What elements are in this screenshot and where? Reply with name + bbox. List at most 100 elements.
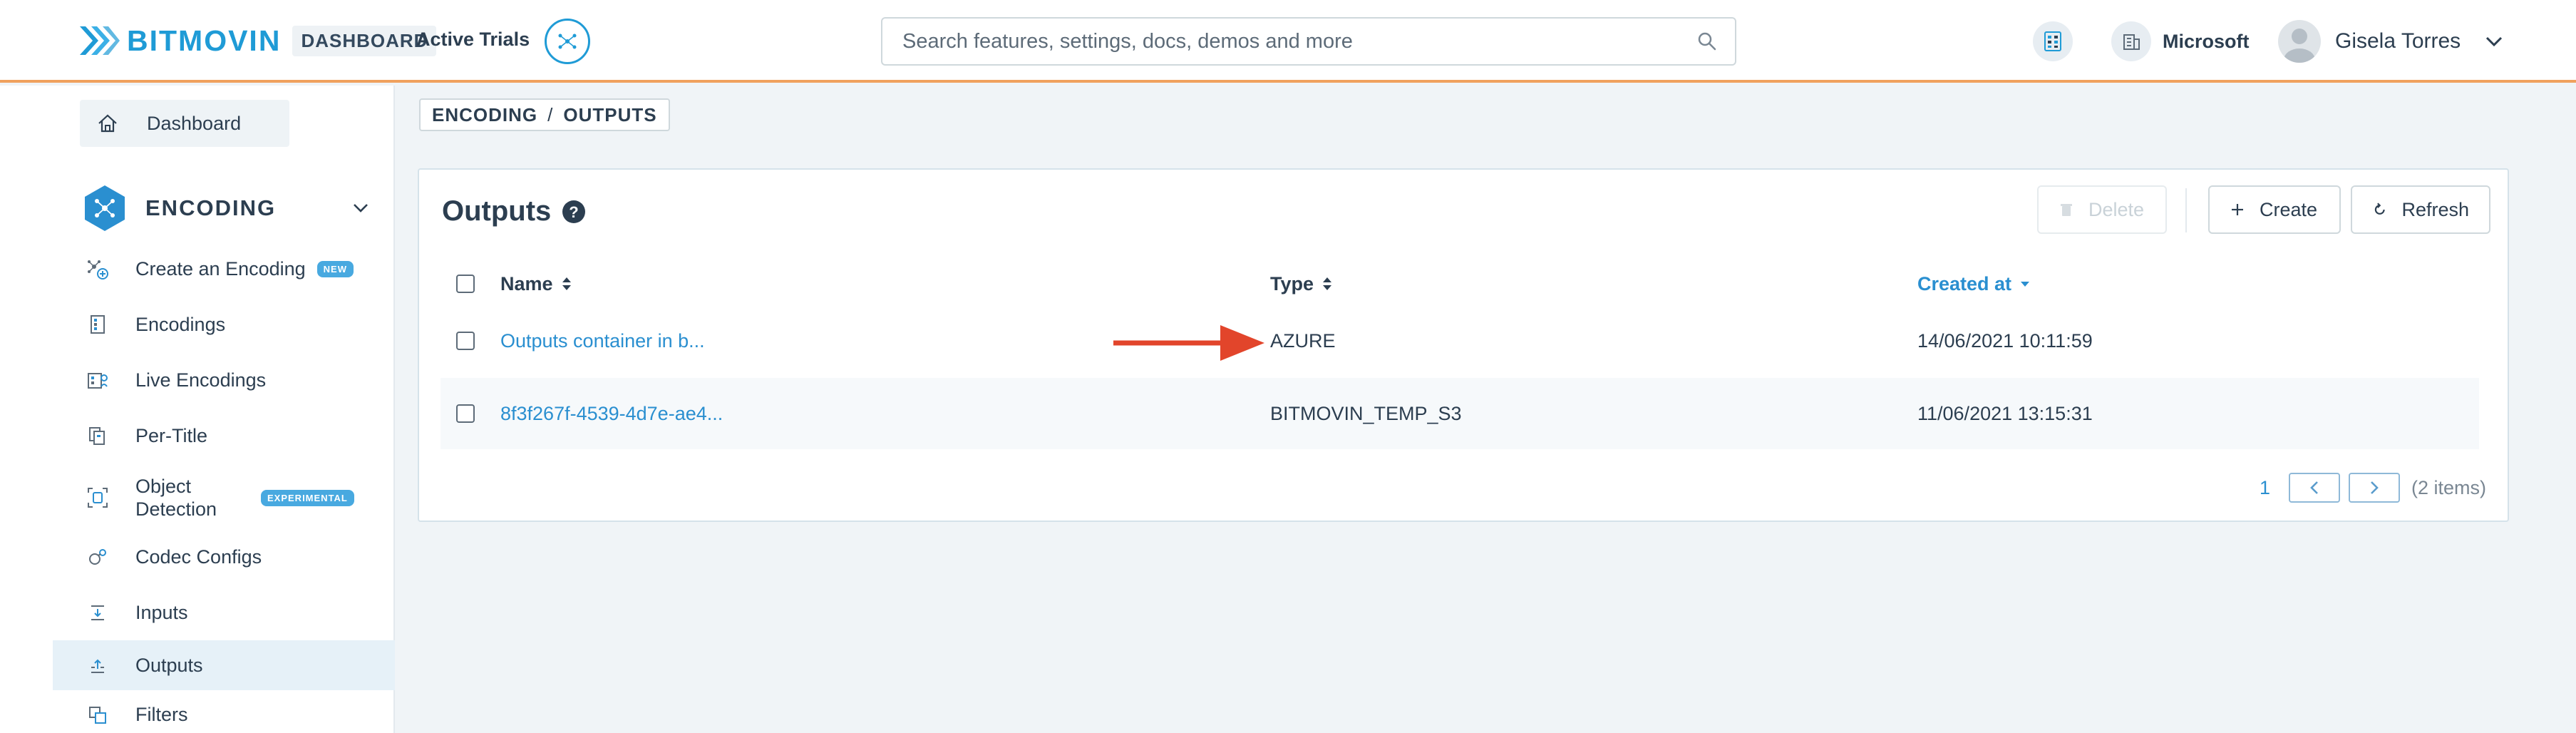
sidebar-item-create-encoding[interactable]: Create an Encoding NEW xyxy=(53,244,395,294)
output-type: AZURE xyxy=(1270,329,1336,352)
output-name-link[interactable]: 8f3f267f-4539-4d7e-ae4... xyxy=(500,403,723,425)
filters-icon xyxy=(86,703,110,727)
table-header: Name Type Created at xyxy=(441,262,2479,305)
sidebar-item-label: Codec Configs xyxy=(135,545,262,568)
sidebar-item-label: Inputs xyxy=(135,601,188,623)
organization-switcher[interactable]: Microsoft xyxy=(2111,21,2250,61)
sort-icon xyxy=(1323,277,1332,290)
breadcrumb-encoding[interactable]: ENCODING xyxy=(432,104,537,126)
previous-page-button[interactable] xyxy=(2288,473,2340,503)
refresh-button[interactable]: Refresh xyxy=(2351,185,2490,234)
row-checkbox[interactable] xyxy=(456,332,475,350)
sidebar-item-filters[interactable]: Filters xyxy=(53,696,395,733)
toolbar-divider xyxy=(2185,188,2187,232)
new-badge: NEW xyxy=(316,260,354,277)
bitmovin-logo[interactable]: BITMOVIN DASHBOARD xyxy=(77,20,437,61)
column-header-label: Type xyxy=(1270,272,1314,294)
sidebar-item-label: Create an Encoding xyxy=(135,257,306,280)
encoding-hex-icon xyxy=(83,184,127,232)
output-created-at: 11/06/2021 13:15:31 xyxy=(1917,402,2093,424)
sidebar-item-label: Encodings xyxy=(135,313,226,335)
delete-button-label: Delete xyxy=(2088,198,2145,220)
current-page[interactable]: 1 xyxy=(2260,477,2270,499)
status-grid-button[interactable] xyxy=(2033,21,2073,61)
logo-subtitle: DASHBOARD xyxy=(292,25,437,56)
per-title-icon xyxy=(86,424,110,448)
chevron-right-icon xyxy=(2371,481,2379,494)
search-input[interactable] xyxy=(902,29,1696,53)
delete-button[interactable]: Delete xyxy=(2037,185,2167,234)
user-avatar-icon xyxy=(2284,29,2315,63)
create-button[interactable]: Create xyxy=(2208,185,2341,234)
search-icon[interactable] xyxy=(1696,31,1718,52)
trash-icon xyxy=(2061,204,2072,216)
inputs-icon xyxy=(86,600,110,625)
output-name-link[interactable]: Outputs container in b... xyxy=(500,330,705,352)
column-header-type[interactable]: Type xyxy=(1270,273,1332,295)
create-encoding-icon xyxy=(86,257,110,281)
page-title-text: Outputs xyxy=(442,195,552,227)
sidebar-item-dashboard[interactable]: Dashboard xyxy=(80,100,289,147)
sidebar-item-object-detection[interactable]: Object Detection EXPERIMENTAL xyxy=(53,466,395,529)
svg-text:?: ? xyxy=(570,203,579,221)
plus-icon xyxy=(2232,204,2243,215)
sidebar-section-label: ENCODING xyxy=(145,195,277,220)
item-count: (2 items) xyxy=(2411,476,2486,498)
help-icon[interactable]: ? xyxy=(561,199,587,225)
global-search[interactable] xyxy=(881,17,1736,66)
sort-icon xyxy=(562,277,571,290)
user-name: Gisela Torres xyxy=(2335,29,2461,53)
create-button-label: Create xyxy=(2260,198,2318,220)
sidebar-item-label: Live Encodings xyxy=(135,369,267,391)
sidebar-item-label: Per-Title xyxy=(135,424,208,446)
sidebar-item-label: Outputs xyxy=(135,654,203,676)
sidebar-section-encoding[interactable]: ENCODING xyxy=(83,184,375,232)
pagination: 1 (2 items) xyxy=(2260,472,2486,503)
table-row[interactable]: 8f3f267f-4539-4d7e-ae4... BITMOVIN_TEMP_… xyxy=(441,378,2479,449)
select-all-checkbox[interactable] xyxy=(456,275,475,293)
sidebar-item-outputs[interactable]: Outputs xyxy=(53,640,395,690)
output-created-at: 14/06/2021 10:11:59 xyxy=(1917,329,2093,352)
chevron-down-icon[interactable] xyxy=(2485,36,2503,47)
active-trials-link[interactable]: Active Trials xyxy=(416,29,530,51)
sidebar-item-label: Dashboard xyxy=(147,112,242,134)
page-title: Outputs ? xyxy=(442,195,587,227)
sidebar-item-per-title[interactable]: Per-Title xyxy=(53,411,395,461)
sidebar-item-label: Object Detection xyxy=(135,475,217,520)
experimental-badge: EXPERIMENTAL xyxy=(261,489,354,506)
refresh-icon xyxy=(2374,203,2385,215)
object-detection-icon xyxy=(86,486,110,510)
output-type: BITMOVIN_TEMP_S3 xyxy=(1270,402,1462,424)
chevron-left-icon xyxy=(2310,481,2318,494)
outputs-card: Outputs ? Delete Create Refresh Name Typ… xyxy=(418,168,2509,522)
building-icon xyxy=(2111,21,2151,61)
top-header: BITMOVIN DASHBOARD Active Trials Search … xyxy=(0,0,2576,83)
column-header-created-at[interactable]: Created at xyxy=(1917,273,2030,295)
home-icon xyxy=(98,114,117,133)
trials-encoding-icon[interactable] xyxy=(545,19,590,64)
sidebar: Dashboard ENCODING Create an Encoding NE… xyxy=(0,86,395,733)
table-row[interactable]: Outputs container in b... AZURE 14/06/20… xyxy=(441,305,2479,376)
row-checkbox[interactable] xyxy=(456,404,475,423)
sidebar-item-encodings[interactable]: Encodings xyxy=(53,299,395,349)
status-grid-icon xyxy=(2044,31,2061,51)
breadcrumb-separator: / xyxy=(547,103,554,125)
sidebar-item-inputs[interactable]: Inputs xyxy=(53,588,395,637)
live-encodings-icon xyxy=(86,368,110,392)
sidebar-item-live-encodings[interactable]: Live Encodings xyxy=(53,355,395,405)
next-page-button[interactable] xyxy=(2348,473,2400,503)
column-header-label: Name xyxy=(500,272,553,294)
sidebar-item-label: Filters xyxy=(135,704,188,725)
user-menu[interactable]: Gisela Torres xyxy=(2278,19,2503,64)
sidebar-item-codec-configs[interactable]: Codec Configs xyxy=(53,532,395,582)
bitmovin-logo-icon xyxy=(80,26,120,55)
codec-configs-icon xyxy=(86,545,110,569)
annotation-arrow-icon xyxy=(1113,325,1264,361)
breadcrumb: ENCODING / OUTPUTS xyxy=(419,98,670,131)
chevron-down-icon[interactable] xyxy=(352,203,369,214)
refresh-button-label: Refresh xyxy=(2401,198,2469,220)
avatar xyxy=(2278,20,2321,63)
logo-text: BITMOVIN xyxy=(127,24,282,57)
column-header-name[interactable]: Name xyxy=(500,273,572,295)
encodings-icon xyxy=(86,312,110,337)
